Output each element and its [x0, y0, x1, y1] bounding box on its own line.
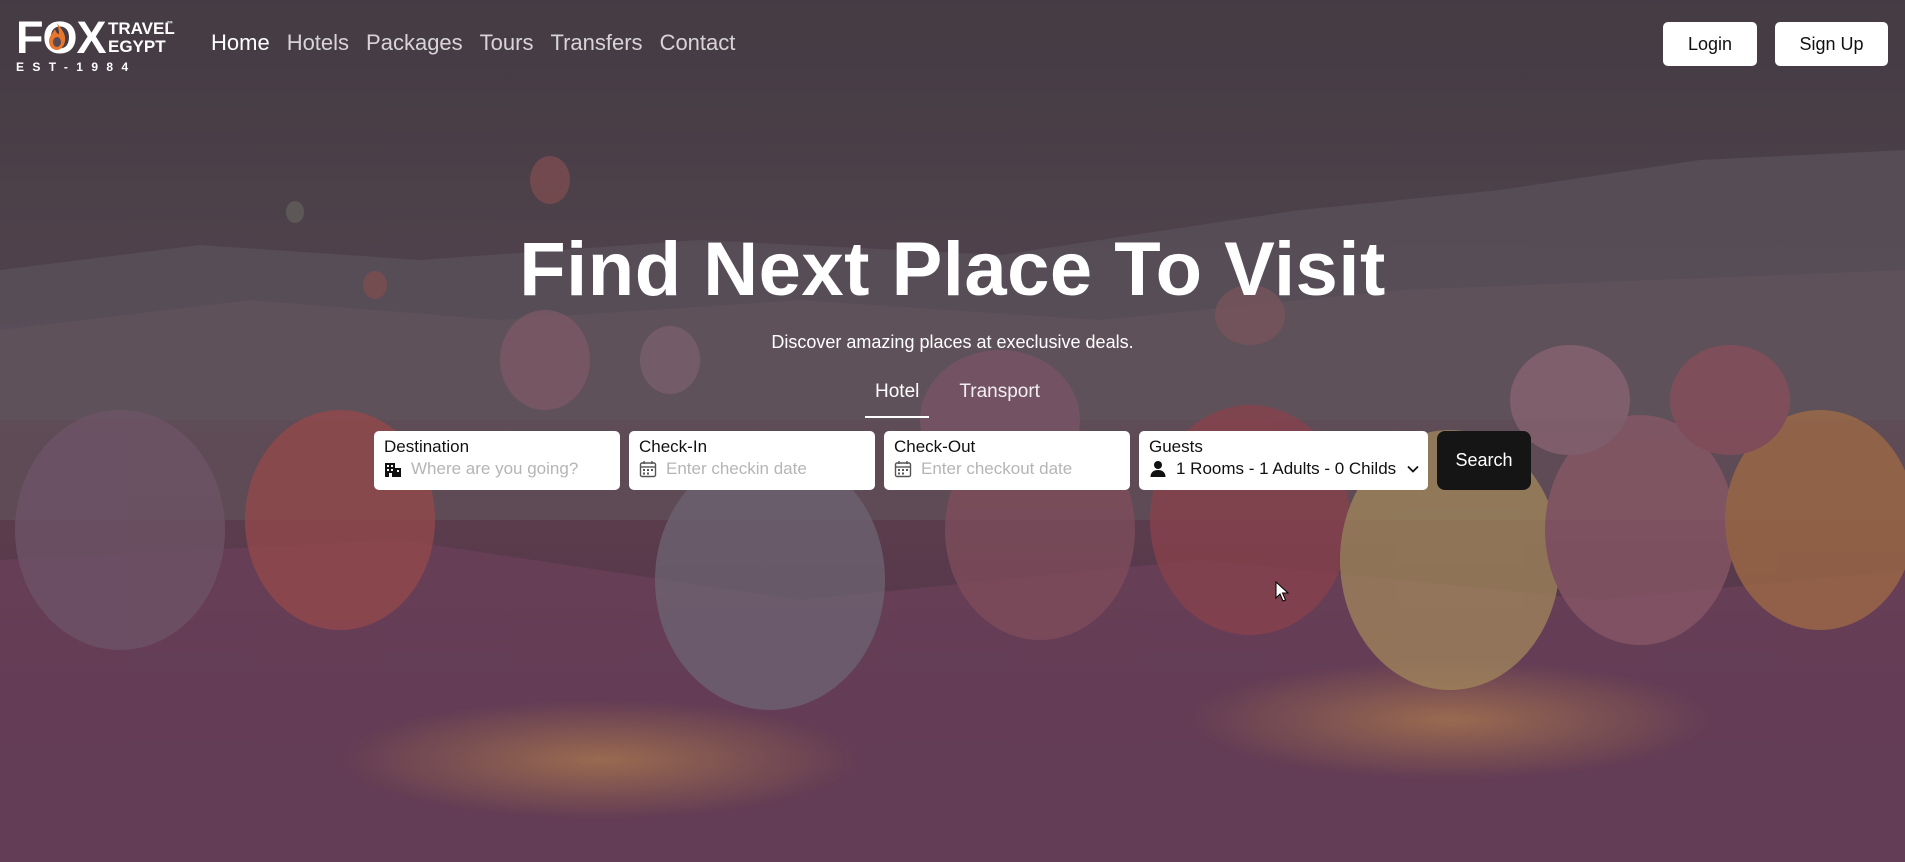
destination-field[interactable]: Destination	[374, 431, 620, 490]
fox-travel-logo[interactable]: FOX TRAVEL EGYPT ™ EST-1984	[16, 14, 178, 75]
nav-item-contact[interactable]: Contact	[660, 29, 736, 57]
logo-egypt-text: EGYPT	[108, 37, 166, 56]
nav-item-transfers[interactable]: Transfers	[550, 29, 642, 57]
destination-input[interactable]	[411, 459, 611, 479]
mouse-cursor-icon	[1275, 581, 1289, 602]
checkout-label: Check-Out	[894, 437, 976, 456]
nav-item-tours[interactable]: Tours	[480, 29, 534, 57]
guests-field[interactable]: Guests 1 Rooms - 1 Adults - 0 Childs	[1139, 431, 1428, 490]
destination-label: Destination	[384, 437, 470, 456]
guests-value: 1 Rooms - 1 Adults - 0 Childs	[1176, 459, 1397, 478]
calendar-icon	[894, 461, 912, 478]
nav-item-home[interactable]: Home	[211, 29, 270, 57]
tab-transport[interactable]: Transport	[949, 380, 1050, 418]
main-nav: Home Hotels Packages Tours Transfers Con…	[211, 29, 752, 57]
search-button[interactable]: Search	[1437, 431, 1531, 490]
checkin-field[interactable]: Check-In	[629, 431, 875, 490]
chevron-down-icon[interactable]	[1406, 462, 1420, 476]
login-button[interactable]: Login	[1663, 22, 1757, 66]
nav-item-hotels[interactable]: Hotels	[287, 29, 349, 57]
building-icon	[385, 463, 401, 477]
checkin-label: Check-In	[639, 437, 708, 456]
logo-trademark: ™	[166, 20, 174, 29]
calendar-icon	[639, 461, 657, 478]
flame-icon	[49, 23, 66, 50]
hero-title: Find Next Place To Visit	[519, 227, 1386, 312]
logo-subtitle: TRAVEL EGYPT	[108, 20, 175, 56]
signup-button[interactable]: Sign Up	[1775, 22, 1888, 66]
user-icon	[1150, 461, 1166, 477]
checkout-field[interactable]: Check-Out	[884, 431, 1130, 490]
logo-travel-text: TRAVEL	[108, 19, 175, 38]
logo-est: EST-1984	[16, 60, 137, 74]
tab-hotel[interactable]: Hotel	[865, 380, 930, 418]
checkout-input[interactable]	[921, 459, 1121, 479]
nav-item-packages[interactable]: Packages	[366, 29, 463, 57]
guests-label: Guests	[1149, 437, 1203, 456]
hero-subtitle: Discover amazing places at execlusive de…	[771, 332, 1134, 352]
checkin-input[interactable]	[666, 459, 866, 479]
navbar: FOX TRAVEL EGYPT ™ EST-1984 Home Hotels …	[0, 0, 1905, 86]
search-tabs: Hotel Transport	[865, 380, 1070, 418]
